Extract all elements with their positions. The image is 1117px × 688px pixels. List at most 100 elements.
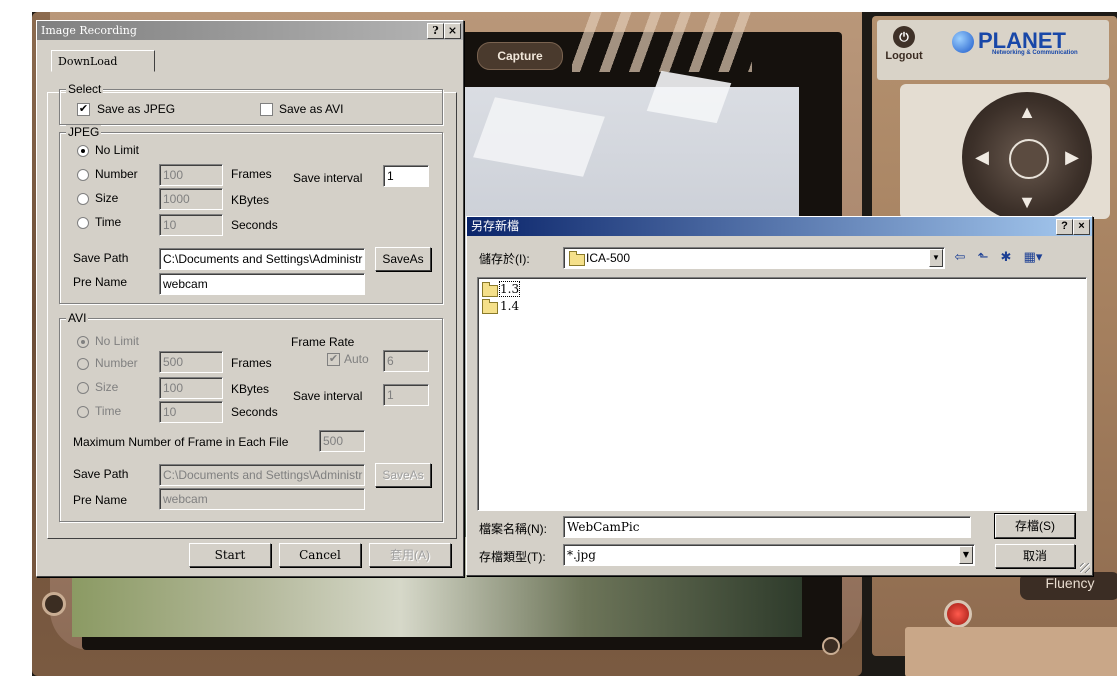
file-list[interactable]: 1.3 1.4	[477, 277, 1087, 511]
avi-number-label: Number	[95, 356, 138, 370]
save-avi-checkbox[interactable]	[260, 103, 273, 116]
jpeg-pre-name-field[interactable]: webcam	[159, 273, 365, 295]
jpeg-size-field[interactable]: 1000	[159, 188, 223, 210]
jpeg-save-path-label: Save Path	[73, 251, 129, 265]
resize-grip-icon[interactable]	[1080, 563, 1090, 573]
avi-time-label: Time	[95, 404, 122, 418]
jpeg-kbytes-unit: KBytes	[231, 193, 270, 207]
jpeg-frames-unit: Frames	[231, 167, 272, 181]
view-menu-icon[interactable]: ▦▾	[1019, 248, 1047, 266]
save-button[interactable]: 存檔(S)	[994, 513, 1076, 539]
filetype-label: 存檔類型(T):	[479, 550, 546, 564]
avi-pre-name-label: Pre Name	[73, 493, 128, 507]
jpeg-save-path-field[interactable]: C:\Documents and Settings\Administr	[159, 248, 365, 270]
up-folder-icon[interactable]: ⬑	[973, 248, 993, 266]
pan-tilt-dpad[interactable]: ▲ ▼ ◀ ▶	[962, 92, 1092, 222]
cancel-button[interactable]: Cancel	[279, 543, 361, 567]
avi-auto-label: Auto	[344, 352, 369, 366]
avi-auto-checkbox[interactable]: ✔	[327, 353, 340, 366]
jpeg-number-label: Number	[95, 167, 138, 181]
jpeg-time-label: Time	[95, 215, 122, 229]
jpeg-size-label: Size	[95, 191, 119, 205]
avi-max-frames-field[interactable]: 500	[319, 430, 365, 452]
avi-seconds-unit: Seconds	[231, 405, 278, 419]
jpeg-save-interval-label: Save interval	[293, 171, 363, 185]
save-as-dialog: 另存新檔 ? × 儲存於(I): ICA-500 ▼ ⇦ ⬑ ✱ ▦▾ 1.3 …	[466, 216, 1093, 576]
save-dialog-titlebar[interactable]: 另存新檔 ? ×	[467, 217, 1092, 236]
help-button[interactable]: ?	[1056, 219, 1073, 235]
logout-button[interactable]: ⏻ Logout	[882, 24, 926, 76]
chevron-down-icon[interactable]: ▼	[959, 546, 973, 564]
cancel-button[interactable]: 取消	[995, 544, 1075, 568]
tab-download[interactable]: DownLoad	[51, 50, 155, 72]
dpad-center-button[interactable]	[1009, 139, 1049, 179]
jpeg-pre-name-label: Pre Name	[73, 275, 128, 289]
filetype-value: *.jpg	[567, 548, 596, 562]
save-in-dropdown[interactable]: ICA-500 ▼	[563, 247, 945, 269]
jpeg-no-limit-radio[interactable]	[77, 145, 89, 157]
record-indicator-icon[interactable]	[944, 600, 972, 628]
avi-time-field[interactable]: 10	[159, 401, 223, 423]
ceiling-light-panel	[473, 97, 605, 177]
avi-size-radio[interactable]	[77, 382, 89, 394]
avi-save-path-label: Save Path	[73, 467, 129, 481]
arrow-down-icon[interactable]: ▼	[1017, 192, 1037, 212]
list-item[interactable]: 1.3	[480, 281, 540, 297]
arrow-right-icon[interactable]: ▶	[1062, 147, 1082, 167]
image-recording-dialog: Image Recording ? × DownLoad Select ✔ Sa…	[36, 20, 464, 577]
jpeg-number-field[interactable]: 100	[159, 164, 223, 186]
jpeg-saveas-button[interactable]: SaveAs	[375, 247, 431, 271]
jpeg-size-radio[interactable]	[77, 193, 89, 205]
avi-max-frames-label: Maximum Number of Frame in Each File	[73, 435, 289, 449]
arrow-left-icon[interactable]: ◀	[972, 147, 992, 167]
filetype-dropdown[interactable]: *.jpg ▼	[563, 544, 975, 566]
avi-size-field[interactable]: 100	[159, 377, 223, 399]
jpeg-save-interval-field[interactable]: 1	[383, 165, 429, 187]
jpeg-number-radio[interactable]	[77, 169, 89, 181]
bezel-screw-icon	[42, 592, 66, 616]
planet-logo: PLANET Networking & Communication	[952, 28, 1107, 72]
close-button[interactable]: ×	[1073, 219, 1090, 235]
avi-no-limit-radio[interactable]	[77, 336, 89, 348]
new-folder-icon[interactable]: ✱	[996, 248, 1016, 266]
jpeg-seconds-unit: Seconds	[231, 218, 278, 232]
avi-saveas-button[interactable]: SaveAs	[375, 463, 431, 487]
capture-button[interactable]: Capture	[477, 42, 563, 70]
avi-time-radio[interactable]	[77, 406, 89, 418]
filename-field[interactable]: WebCamPic	[563, 516, 971, 538]
avi-number-field[interactable]: 500	[159, 351, 223, 373]
logout-icon: ⏻	[893, 26, 915, 48]
select-legend: Select	[66, 82, 104, 96]
avi-pre-name-field[interactable]: webcam	[159, 488, 365, 510]
avi-frame-rate-field[interactable]: 6	[383, 350, 429, 372]
list-item[interactable]: 1.4	[480, 298, 540, 314]
avi-number-radio[interactable]	[77, 358, 89, 370]
jpeg-legend: JPEG	[66, 125, 102, 139]
save-in-label: 儲存於(I):	[479, 252, 530, 266]
avi-frames-unit: Frames	[231, 356, 272, 370]
jpeg-time-field[interactable]: 10	[159, 214, 223, 236]
logout-label: Logout	[885, 50, 923, 62]
dialog-titlebar[interactable]: Image Recording ? ×	[37, 21, 463, 40]
avi-frame-rate-label: Frame Rate	[291, 335, 355, 349]
decorative-stripes	[572, 12, 752, 72]
avi-save-path-field[interactable]: C:\Documents and Settings\Administr	[159, 464, 365, 486]
fluency-button[interactable]: Fluency	[1020, 572, 1117, 600]
apply-button[interactable]: 套用(A)	[369, 543, 451, 567]
brand-tagline: Networking & Communication	[992, 50, 1078, 56]
chevron-down-icon[interactable]: ▼	[929, 249, 943, 267]
arrow-up-icon[interactable]: ▲	[1017, 102, 1037, 122]
save-in-value: ICA-500	[586, 251, 631, 265]
back-icon[interactable]: ⇦	[950, 248, 970, 266]
help-button[interactable]: ?	[427, 23, 444, 39]
avi-save-interval-label: Save interval	[293, 389, 363, 403]
jpeg-time-radio[interactable]	[77, 217, 89, 229]
globe-icon	[952, 31, 974, 54]
start-button[interactable]: Start	[189, 543, 271, 567]
avi-no-limit-label: No Limit	[95, 334, 140, 348]
folder-icon	[569, 251, 585, 266]
save-jpeg-checkbox[interactable]: ✔	[77, 103, 90, 116]
avi-save-interval-field[interactable]: 1	[383, 384, 429, 406]
close-button[interactable]: ×	[444, 23, 461, 39]
save-jpeg-label: Save as JPEG	[97, 102, 176, 116]
